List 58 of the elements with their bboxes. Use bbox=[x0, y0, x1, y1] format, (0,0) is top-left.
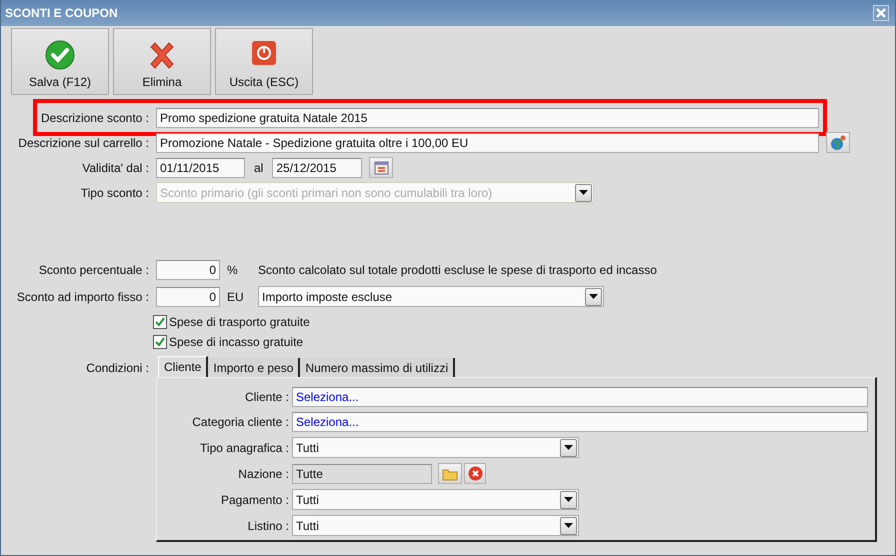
tab[interactable]: Cliente bbox=[158, 356, 208, 377]
toolbar-button[interactable]: Elimina bbox=[113, 28, 211, 95]
toolbar-button[interactable]: Uscita (ESC) bbox=[215, 28, 313, 95]
field-label: al bbox=[254, 160, 264, 174]
hint-text: Sconto calcolato sul totale prodotti escluse le spese di trasporto ed incasso bbox=[258, 262, 657, 276]
close-button[interactable] bbox=[873, 5, 889, 21]
field-label: Categoria cliente : bbox=[191, 415, 289, 429]
dropdown-arrow-icon bbox=[589, 294, 598, 299]
close-icon bbox=[876, 8, 886, 18]
dropdown[interactable]: Tutti bbox=[292, 489, 579, 510]
date-field[interactable]: 25/12/2015 bbox=[272, 158, 362, 178]
date-field[interactable]: 01/11/2015 bbox=[156, 158, 245, 178]
dropdown-arrow-icon bbox=[564, 523, 573, 528]
field-label: Nazione : bbox=[237, 466, 289, 480]
number-field[interactable]: 0 bbox=[156, 260, 220, 280]
field-label: Cliente : bbox=[244, 390, 289, 404]
unit-label: % bbox=[227, 262, 239, 276]
field-label: Tipo sconto : bbox=[80, 186, 149, 200]
toolbar-button[interactable]: Salva (F12) bbox=[11, 28, 109, 95]
globe-button[interactable] bbox=[826, 132, 850, 153]
field-label: Validita' dal : bbox=[81, 160, 149, 174]
field-label: Tipo anagrafica : bbox=[199, 440, 289, 454]
checkmark-icon bbox=[45, 40, 75, 70]
globe-icon bbox=[830, 134, 846, 150]
field-label: Condizioni : bbox=[85, 360, 149, 377]
folder-icon bbox=[442, 466, 458, 480]
tab[interactable]: Numero massimo di utilizzi bbox=[300, 358, 456, 377]
number-field[interactable]: 0 bbox=[156, 286, 220, 306]
dropdown-arrow-icon bbox=[564, 497, 573, 502]
field-label: Sconto percentuale : bbox=[38, 262, 149, 276]
dropdown-arrow-icon bbox=[564, 445, 573, 450]
checkbox[interactable] bbox=[153, 335, 167, 349]
input-field[interactable]: Promo spedizione gratuita Natale 2015 bbox=[156, 108, 819, 128]
dropdown-arrow-icon bbox=[579, 190, 588, 195]
tab[interactable]: Importo e peso bbox=[208, 358, 300, 377]
calendar-icon bbox=[374, 160, 389, 175]
readonly-field: Tutte bbox=[292, 464, 432, 484]
input-field[interactable]: Promozione Natale - Spedizione gratuita oltre i 100,00 EU bbox=[156, 132, 819, 152]
clear-button[interactable] bbox=[464, 463, 486, 484]
clear-icon bbox=[468, 466, 482, 481]
field-label: Pagamento : bbox=[220, 492, 289, 506]
calendar-button[interactable] bbox=[369, 157, 394, 178]
field-label: Descrizione sconto : bbox=[40, 110, 149, 124]
checkbox-label: Spese di incasso gratuite bbox=[169, 335, 304, 349]
checkbox[interactable] bbox=[153, 315, 167, 329]
dropdown[interactable]: Tutti bbox=[292, 515, 579, 536]
checkbox-label: Spese di trasporto gratuite bbox=[169, 315, 310, 329]
window-title: SCONTI E COUPON bbox=[5, 6, 118, 20]
dropdown[interactable]: Tutti bbox=[292, 437, 579, 458]
folder-button[interactable] bbox=[438, 463, 462, 484]
dropdown[interactable]: Importo imposte escluse bbox=[258, 286, 604, 307]
unit-label: EU bbox=[227, 290, 245, 304]
power-icon bbox=[251, 40, 277, 66]
select-link-field[interactable]: Seleziona... bbox=[292, 387, 868, 407]
field-label: Listino : bbox=[246, 518, 289, 532]
field-label: Descrizione sul carrello : bbox=[17, 136, 149, 150]
field-label: Sconto ad importo fisso : bbox=[16, 290, 149, 304]
select-link-field[interactable]: Seleziona... bbox=[292, 412, 868, 432]
